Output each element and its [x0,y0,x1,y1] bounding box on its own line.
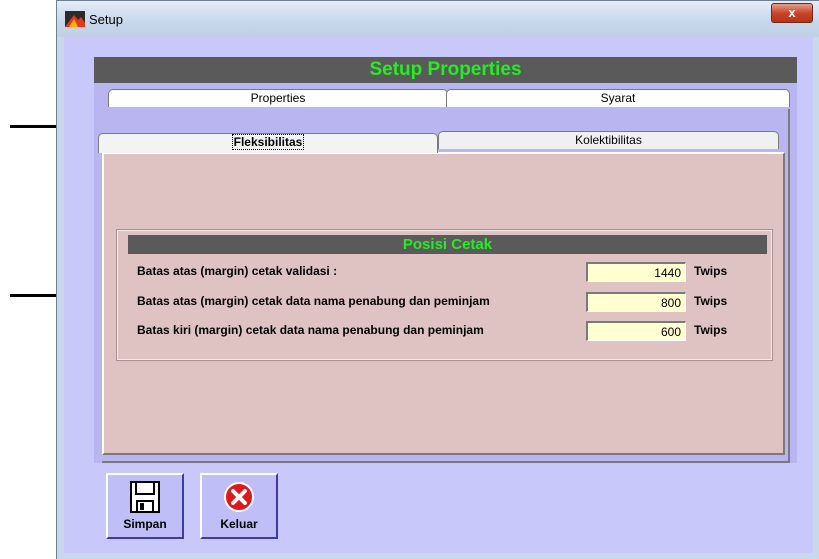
margin-validasi-label: Batas atas (margin) cetak validasi : [137,264,338,278]
margin-kiri-nama-input[interactable]: 600 [586,321,686,341]
panel-header: Setup Properties [94,57,797,83]
tab-label: Properties [250,91,306,105]
tab-syarat[interactable]: Syarat [446,89,790,107]
window-title: Setup [89,12,123,27]
setup-panel: Setup Properties Properties Syarat Fleks… [94,57,797,463]
save-button-label: Simpan [123,517,167,531]
tab-label: Fleksibilitas [231,134,305,150]
posisi-cetak-group: Posisi Cetak Batas atas (margin) cetak v… [116,229,773,361]
tab-content-fleksibilitas: Posisi Cetak Batas atas (margin) cetak v… [102,152,785,455]
setup-app-icon [65,11,85,27]
exit-button-label: Keluar [220,517,258,531]
margin-atas-nama-label: Batas atas (margin) cetak data nama pena… [137,294,490,308]
tab-fleksibilitas[interactable]: Fleksibilitas [98,133,438,153]
red-x-circle-icon [224,482,254,512]
tab-right-edge [788,109,790,461]
margin-validasi-input[interactable]: 1440 [586,262,686,282]
tab-label: Kolektibilitas [575,133,642,147]
tab-kolektibilitas[interactable]: Kolektibilitas [438,131,779,149]
group-title: Posisi Cetak [128,235,767,254]
exit-button[interactable]: Keluar [200,473,278,539]
close-button[interactable]: x [771,3,813,23]
tab-properties[interactable]: Properties [108,89,448,107]
margin-atas-nama-unit: Twips [694,294,728,308]
tab-label: Syarat [600,91,636,105]
margin-atas-nama-input[interactable]: 800 [586,292,686,312]
margin-kiri-nama-unit: Twips [694,323,728,337]
margin-kiri-nama-label: Batas kiri (margin) cetak data nama pena… [137,323,484,337]
floppy-disk-icon [130,481,160,513]
save-button[interactable]: Simpan [106,473,184,539]
title-bar[interactable]: Setup x [57,1,819,37]
setup-window: Setup x Setup Properties Properties Syar… [56,0,819,559]
margin-validasi-unit: Twips [694,264,728,278]
window-client-area: Setup Properties Properties Syarat Fleks… [64,37,813,553]
tab-bottom-edge [102,461,790,463]
